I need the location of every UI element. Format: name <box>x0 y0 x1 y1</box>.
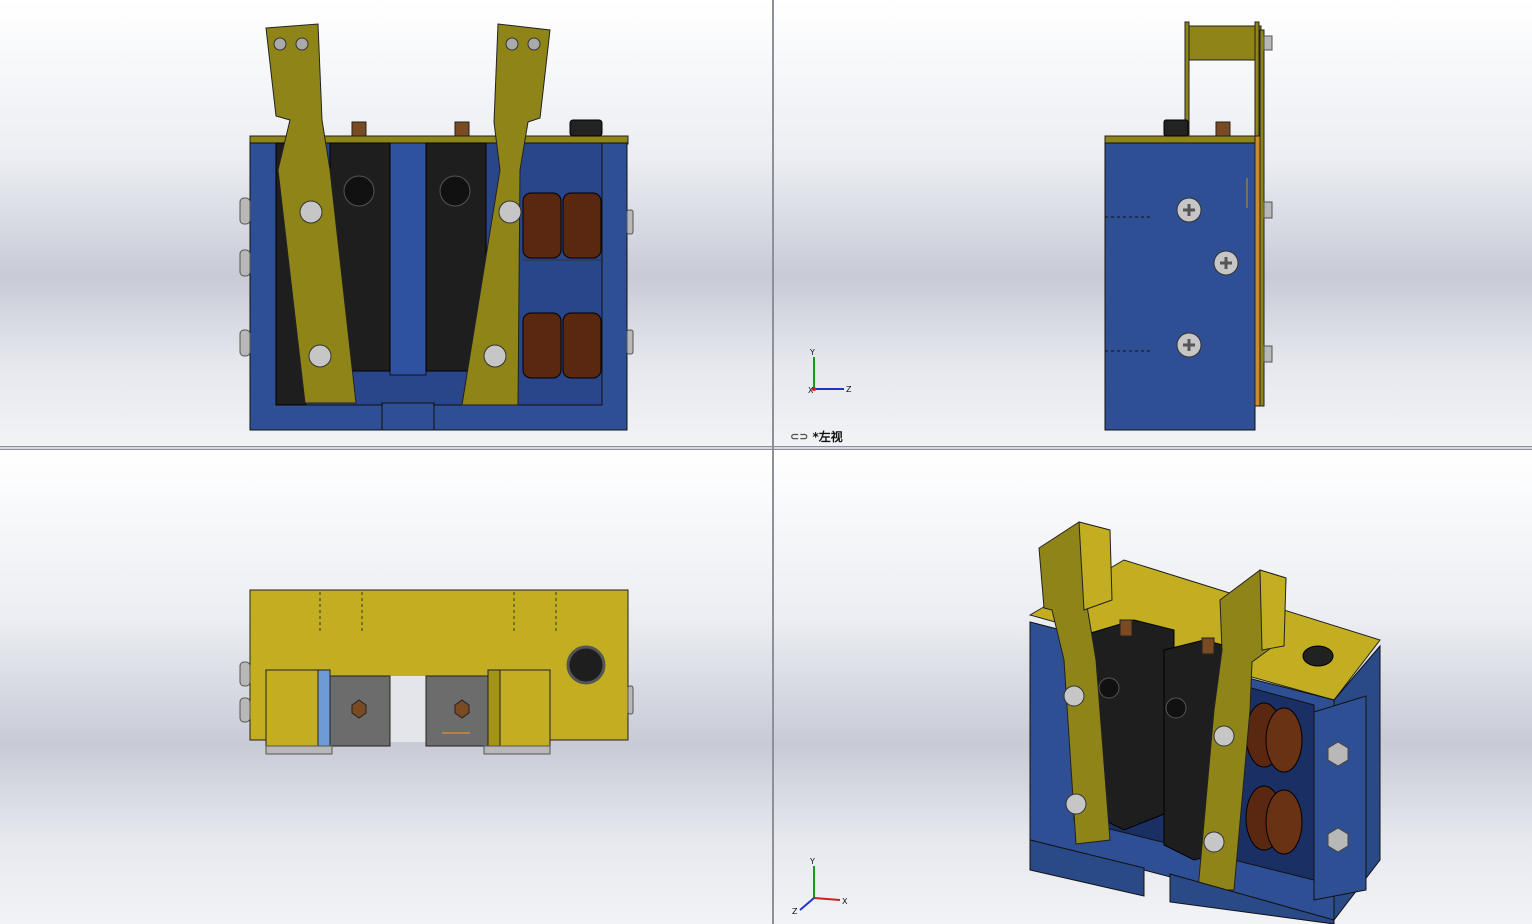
svg-text:Y: Y <box>809 857 815 866</box>
orientation-triad[interactable]: Y Z X <box>808 348 852 395</box>
viewport-splitter-horizontal[interactable] <box>0 446 1532 450</box>
front-viewport[interactable] <box>0 0 772 446</box>
isometric-view-model[interactable]: Y X Z <box>774 450 1532 924</box>
svg-text:Z: Z <box>846 385 852 394</box>
orientation-triad-iso[interactable]: Y X Z <box>792 857 848 916</box>
top-view-model[interactable] <box>0 450 772 924</box>
svg-text:Z: Z <box>792 907 798 916</box>
roller <box>522 192 562 259</box>
isometric-viewport[interactable]: Y X Z <box>774 450 1532 924</box>
housing-side <box>1104 142 1256 431</box>
left-viewport[interactable]: Y Z X ⊂⊃ *左视 <box>774 0 1532 446</box>
view-name-label: ⊂⊃ *左视 <box>790 430 843 444</box>
hex-bolt <box>566 645 606 685</box>
svg-text:Y: Y <box>809 348 815 357</box>
left-view-model[interactable]: Y Z X <box>774 0 1532 446</box>
viewport-splitter-vertical[interactable] <box>772 0 774 924</box>
link-icon: ⊂⊃ <box>790 430 809 443</box>
svg-text:X: X <box>808 386 814 395</box>
top-viewport[interactable] <box>0 450 772 924</box>
svg-text:X: X <box>842 897 848 906</box>
front-view-model[interactable] <box>0 0 772 446</box>
phillips-screw <box>1176 197 1202 223</box>
